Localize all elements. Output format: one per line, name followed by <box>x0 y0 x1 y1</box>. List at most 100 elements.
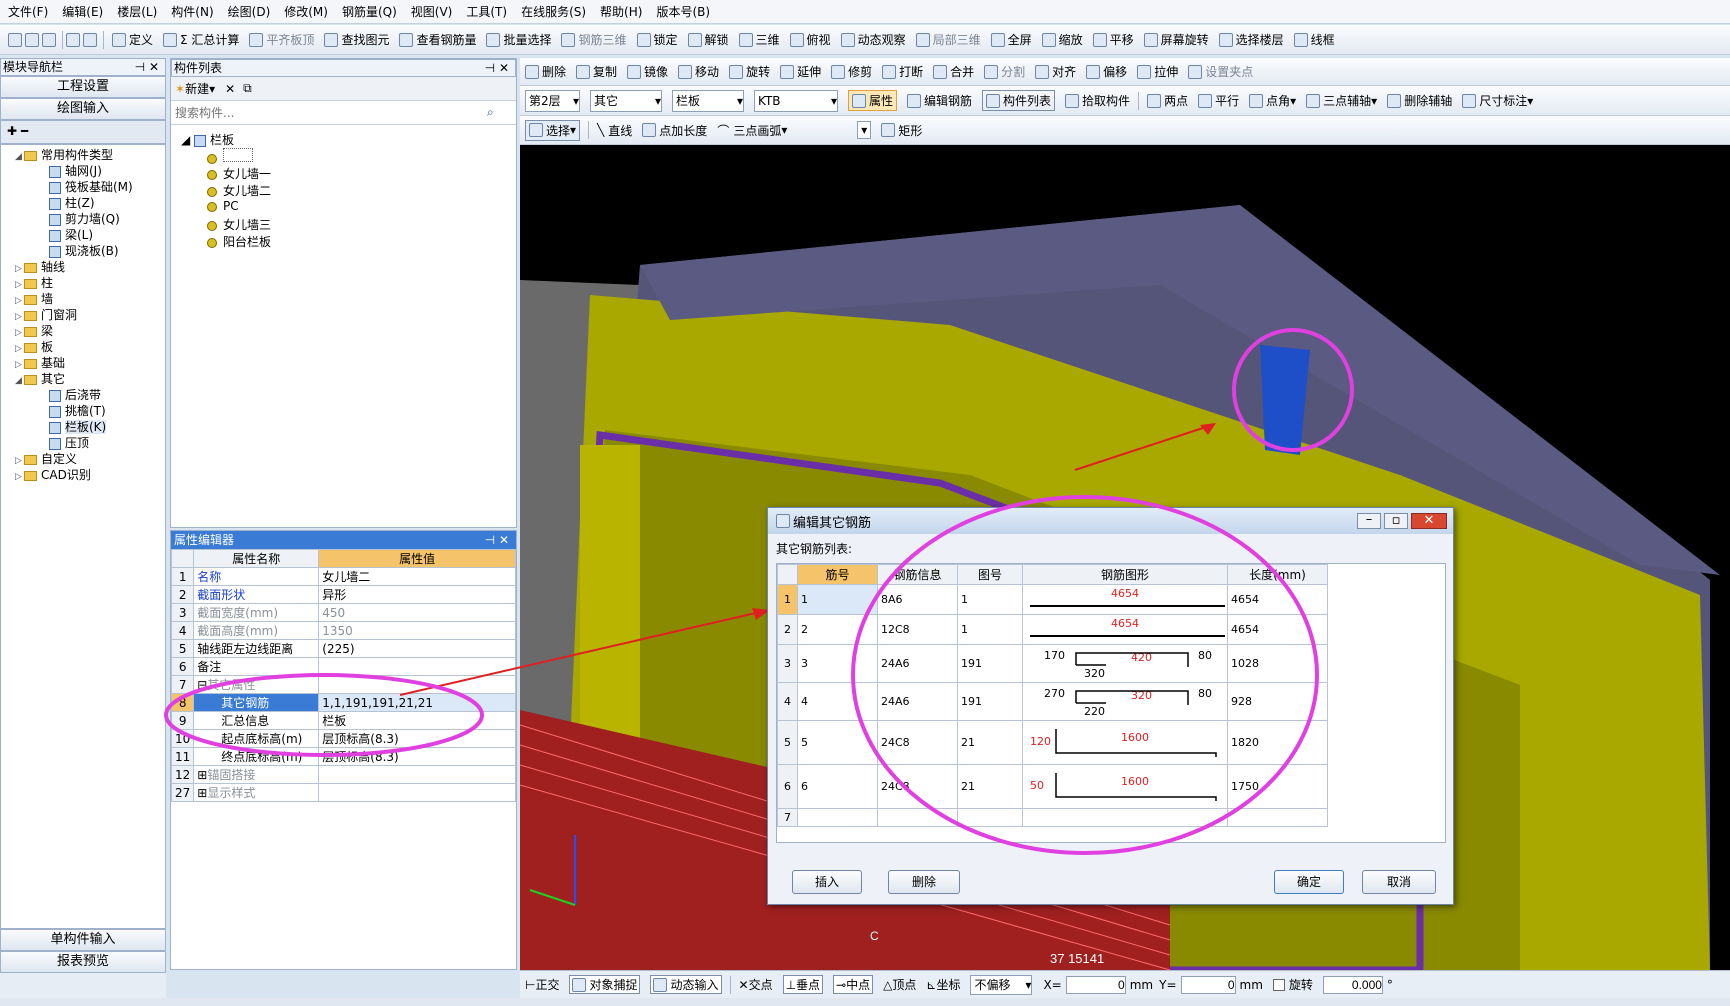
menu-item[interactable]: 视图(V) <box>411 3 453 20</box>
delete-button[interactable]: 删除 <box>888 870 960 894</box>
undo-icon[interactable] <box>66 32 80 47</box>
rebar-number-cell[interactable]: 3 <box>797 644 878 683</box>
rebar-info-cell[interactable] <box>877 808 958 827</box>
property-row[interactable]: 12 ⊞锚固搭接 <box>170 765 516 784</box>
modify-button[interactable]: 设置夹点 <box>1188 63 1253 80</box>
midpoint-toggle[interactable]: ⊸ 中点 <box>833 975 874 994</box>
rebar-number-cell[interactable]: 6 <box>797 764 878 809</box>
component-item[interactable]: 女儿墙二 <box>181 182 516 199</box>
minimize-button[interactable]: – <box>1357 513 1381 529</box>
ok-button[interactable]: 确定 <box>1274 870 1344 894</box>
tree-item[interactable]: ▷ 板 <box>1 339 165 355</box>
menu-item[interactable]: 钢筋量(Q) <box>342 3 397 20</box>
expand-icon[interactable]: ◢ <box>15 149 24 165</box>
property-value[interactable]: (225) <box>318 639 516 658</box>
search-icon[interactable]: ⌕ <box>487 105 494 120</box>
single-component-input-button[interactable]: 单构件输入 <box>0 929 166 951</box>
three-point-aux-button[interactable]: 三点辅轴 ▾ <box>1306 92 1377 109</box>
tree-item[interactable]: ▷ 墙 <box>1 291 165 307</box>
modify-button[interactable]: 偏移 <box>1086 63 1127 80</box>
tree-item[interactable]: ◢ 常用构件类型 <box>1 147 165 163</box>
toolbar-button[interactable]: 俯视 <box>789 31 831 48</box>
delete-aux-button[interactable]: 删除辅轴 <box>1387 92 1452 109</box>
tree-item[interactable]: 后浇带 <box>1 387 165 403</box>
property-row[interactable]: 27 ⊞显示样式 <box>170 783 516 802</box>
toolbar-button[interactable]: 动态观察 <box>840 31 906 48</box>
property-value[interactable]: 1350 <box>318 621 516 640</box>
save-icon[interactable] <box>42 32 56 47</box>
figure-number-cell[interactable]: 21 <box>957 764 1023 809</box>
figure-number-cell[interactable]: 21 <box>957 720 1023 765</box>
line-button[interactable]: ╲ 直线 <box>597 122 632 139</box>
rebar-shape-cell[interactable]: 170 420 80 320 <box>1022 644 1228 683</box>
pin-icon[interactable]: ⊣ ✕ <box>135 59 159 75</box>
toolbar-button[interactable]: 解锁 <box>687 31 729 48</box>
component-item[interactable]: PC <box>181 199 516 216</box>
tree-item[interactable]: 轴网(J) <box>1 163 165 179</box>
toolbar-button[interactable]: 三维 <box>738 31 780 48</box>
component-root[interactable]: ◢ 栏板 <box>181 131 516 148</box>
rebar-length-cell[interactable]: 1750 <box>1227 764 1328 809</box>
menu-item[interactable]: 帮助(H) <box>600 3 642 20</box>
modify-button[interactable]: 对齐 <box>1035 63 1076 80</box>
vertex-toggle[interactable]: △ 顶点 <box>883 976 916 993</box>
rectangle-button[interactable]: 矩形 <box>881 122 922 139</box>
tree-item[interactable]: 柱(Z) <box>1 195 165 211</box>
rebar-row[interactable]: 1 1 8A6 1 4654 4654 <box>777 584 1328 615</box>
modify-button[interactable]: 删除 <box>525 63 566 80</box>
rebar-info-cell[interactable]: 12C8 <box>877 614 958 645</box>
tree-item[interactable]: 挑檐(T) <box>1 403 165 419</box>
figure-number-cell[interactable]: 191 <box>957 682 1023 721</box>
toolbar-button[interactable]: 钢筋三维 <box>561 31 627 48</box>
rebar-shape-cell[interactable]: 50 1600 <box>1022 764 1228 809</box>
edit-rebar-button[interactable]: 编辑钢筋 <box>907 92 972 109</box>
report-preview-button[interactable]: 报表预览 <box>0 951 166 973</box>
tree-item[interactable]: ▷ 轴线 <box>1 259 165 275</box>
toolbar-button[interactable]: 屏幕旋转 <box>1143 31 1209 48</box>
menu-item[interactable]: 编辑(E) <box>62 3 103 20</box>
tree-item[interactable]: ▷ 梁 <box>1 323 165 339</box>
property-value[interactable]: 异形 <box>318 585 516 604</box>
modify-button[interactable]: 修剪 <box>831 63 872 80</box>
toolbar-button[interactable]: 批量选择 <box>486 31 551 48</box>
three-point-arc-button[interactable]: ⌒ 三点画弧 ▾ <box>717 122 847 139</box>
two-points-button[interactable]: 两点 <box>1147 92 1188 109</box>
tree-item[interactable]: ▷ 自定义 <box>1 451 165 467</box>
rebar-row[interactable]: 3 3 24A6 191 170 420 80 320 1028 <box>777 644 1328 683</box>
arc-mode-select[interactable]: ▾ <box>857 121 872 139</box>
component-list-button[interactable]: 构件列表 <box>982 90 1056 111</box>
component-item[interactable]: 女儿墙一 <box>181 165 516 182</box>
menu-item[interactable]: 版本号(B) <box>656 3 710 20</box>
tree-item[interactable]: ▷ 柱 <box>1 275 165 291</box>
tree-item[interactable]: ▷ CAD识别 <box>1 467 165 483</box>
select-button[interactable]: 选择 ▾ <box>525 119 581 141</box>
rebar-number-cell[interactable]: 2 <box>797 614 878 645</box>
menu-item[interactable]: 楼层(L) <box>117 3 157 20</box>
toolbar-button[interactable]: 平齐板顶 <box>249 31 314 48</box>
component-item[interactable] <box>181 148 516 165</box>
menu-item[interactable]: 在线服务(S) <box>521 3 586 20</box>
dimension-button[interactable]: 尺寸标注 ▾ <box>1462 92 1533 109</box>
component-item[interactable]: 阳台栏板 <box>181 233 516 250</box>
tree-item[interactable]: ◢ 其它 <box>1 371 165 387</box>
search-input[interactable] <box>171 102 481 123</box>
ortho-toggle[interactable]: ⊢ 正交 <box>525 976 559 993</box>
property-row[interactable]: 7 ⊟其它属性 <box>170 675 516 694</box>
modify-button[interactable]: 分割 <box>984 63 1025 80</box>
rebar-info-cell[interactable]: 24C8 <box>877 720 958 765</box>
toolbar-button[interactable]: 全屏 <box>990 31 1032 48</box>
rebar-row[interactable]: 2 2 12C8 1 4654 4654 <box>777 614 1328 645</box>
property-row[interactable]: 10 起点底标高(m) 层顶标高(8.3) <box>170 729 516 748</box>
modify-button[interactable]: 复制 <box>576 63 617 80</box>
open-file-icon[interactable] <box>25 32 39 47</box>
toolbar-button[interactable]: Σ 汇总计算 <box>163 31 239 48</box>
property-value[interactable]: 层顶标高(8.3) <box>318 729 516 748</box>
toolbar-button[interactable]: 缩放 <box>1041 31 1083 48</box>
modify-button[interactable]: 合并 <box>933 63 974 80</box>
menu-item[interactable]: 修改(M) <box>284 3 328 20</box>
tree-item[interactable]: 剪力墙(Q) <box>1 211 165 227</box>
rebar-length-cell[interactable]: 4654 <box>1227 614 1328 645</box>
expand-icon[interactable]: ◢ <box>15 373 24 389</box>
toolbar-button[interactable]: 选择楼层 <box>1218 31 1284 48</box>
offset-select[interactable]: 不偏移 ▾ <box>970 974 1033 995</box>
